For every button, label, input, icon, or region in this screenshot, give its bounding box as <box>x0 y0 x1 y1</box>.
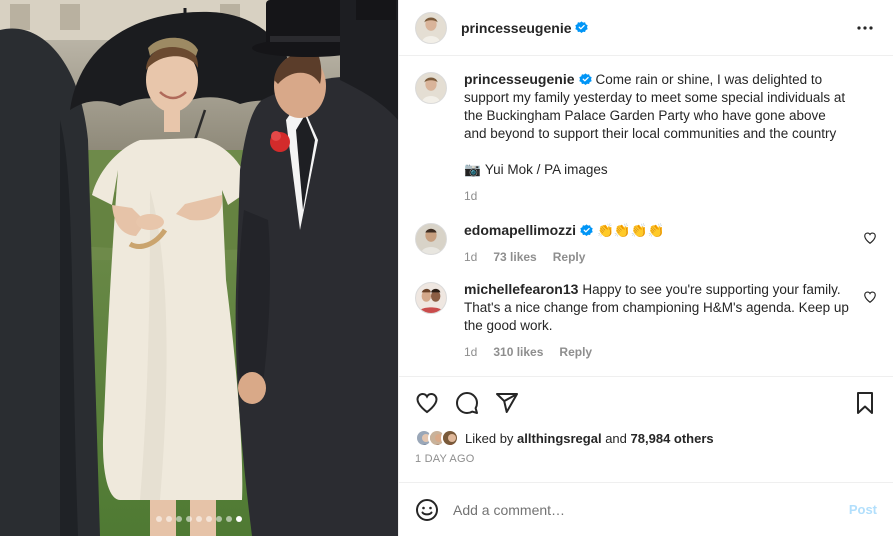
caption-text-block: princesseugenie Come rain or shine, I wa… <box>464 70 851 143</box>
carousel-dot <box>206 516 212 522</box>
comment-body: michellefearon13 Happy to see you're supp… <box>464 280 877 359</box>
liked-by-username[interactable]: allthingsregal <box>517 431 602 446</box>
comment-body: edomapellimozzi 👏👏👏👏 1d 73 likes Reply <box>464 221 877 264</box>
post-comment-button[interactable]: Post <box>849 502 877 517</box>
comment-like-heart-icon[interactable] <box>863 290 877 304</box>
comment-item: michellefearon13 Happy to see you're supp… <box>415 280 877 359</box>
post-actions: Liked by allthingsregal and 78,984 other… <box>399 376 893 482</box>
caption-body: princesseugenie Come rain or shine, I wa… <box>464 70 877 203</box>
liker-avatars <box>415 429 459 447</box>
avatar-image <box>416 73 446 103</box>
share-icon[interactable] <box>495 391 519 415</box>
add-comment-bar: Post <box>399 482 893 536</box>
caption-meta: 1d <box>464 189 851 203</box>
comment-text: 👏👏👏👏 <box>597 223 665 238</box>
comment-text-block: michellefearon13 Happy to see you're supp… <box>464 280 851 335</box>
caption-time[interactable]: 1d <box>464 189 477 203</box>
author-username[interactable]: princesseugenie <box>461 20 572 36</box>
carousel-dot-active <box>236 516 242 522</box>
carousel-dot <box>226 516 232 522</box>
author-avatar[interactable] <box>415 11 447 44</box>
comment-username[interactable]: edomapellimozzi <box>464 222 576 238</box>
commenter-avatar[interactable] <box>415 223 447 255</box>
liked-by-prefix: Liked by <box>465 430 514 446</box>
verified-badge-icon <box>580 224 593 237</box>
camera-emoji: 📷 <box>464 162 481 177</box>
garden-party-photo <box>0 0 398 536</box>
heart-icon[interactable] <box>415 391 439 415</box>
comment-time[interactable]: 1d <box>464 250 477 264</box>
verified-badge-icon <box>574 21 588 34</box>
avatar-image <box>416 283 446 313</box>
caption-avatar[interactable] <box>415 72 447 104</box>
action-bar <box>415 389 877 417</box>
comment-meta: 1d 310 likes Reply <box>464 345 851 359</box>
liked-by-connector: and <box>605 430 627 446</box>
carousel-dot <box>156 516 162 522</box>
comment-input[interactable] <box>453 501 849 518</box>
more-options-icon[interactable] <box>853 16 877 40</box>
post-timestamp[interactable]: 1 DAY AGO <box>415 453 877 465</box>
comment-username[interactable]: michellefearon13 <box>464 281 578 297</box>
emoji-icon[interactable] <box>415 498 439 522</box>
carousel-dot <box>216 516 222 522</box>
carousel-dot <box>166 516 172 522</box>
comment-like-heart-icon[interactable] <box>863 231 877 245</box>
avatar-image <box>416 224 446 254</box>
commenter-avatar[interactable] <box>415 282 447 314</box>
comment-likes[interactable]: 73 likes <box>493 250 536 264</box>
photo-credit: 📷 Yui Mok / PA images <box>464 161 851 179</box>
carousel-dot <box>186 516 192 522</box>
liker-avatar <box>441 429 459 447</box>
caption: princesseugenie Come rain or shine, I wa… <box>415 70 877 203</box>
carousel-dot <box>196 516 202 522</box>
instagram-post: princesseugenie princesseugenie Come rai… <box>0 0 893 536</box>
comment-likes[interactable]: 310 likes <box>493 345 543 359</box>
comment-text-block: edomapellimozzi 👏👏👏👏 <box>464 221 851 240</box>
comment-icon[interactable] <box>455 391 479 415</box>
post-details-panel: princesseugenie princesseugenie Come rai… <box>398 0 893 536</box>
reply-button[interactable]: Reply <box>559 345 592 359</box>
post-photo[interactable] <box>0 0 398 536</box>
avatar-image <box>416 12 446 43</box>
photo-credit-text: Yui Mok / PA images <box>484 162 608 177</box>
comment-time[interactable]: 1d <box>464 345 477 359</box>
likes-summary: Liked by allthingsregal and 78,984 other… <box>415 429 877 447</box>
carousel-dot <box>176 516 182 522</box>
comments-list: princesseugenie Come rain or shine, I wa… <box>399 56 893 376</box>
verified-badge-icon <box>578 73 592 86</box>
comment-meta: 1d 73 likes Reply <box>464 250 851 264</box>
post-header: princesseugenie <box>399 0 893 56</box>
reply-button[interactable]: Reply <box>553 250 586 264</box>
comment-item: edomapellimozzi 👏👏👏👏 1d 73 likes Reply <box>415 221 877 264</box>
liked-by-others[interactable]: 78,984 others <box>631 431 714 446</box>
carousel-indicator <box>0 516 398 522</box>
bookmark-icon[interactable] <box>853 391 877 415</box>
caption-username[interactable]: princesseugenie <box>464 71 575 87</box>
